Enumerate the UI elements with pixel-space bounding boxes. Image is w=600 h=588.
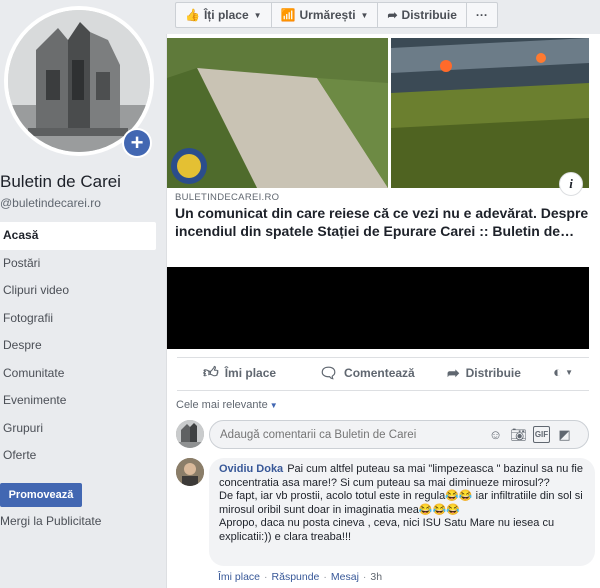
page-follow-button[interactable]: 📶 Urmărești ▼ <box>272 3 379 27</box>
post-like-button[interactable]: 👍︎ Îmi place <box>203 364 276 382</box>
comment-text-line2: De fapt, iar vb prostii, acolo totul est… <box>219 490 583 516</box>
chevron-down-icon: ▼ <box>269 401 278 410</box>
page-share-label: Distribuie <box>401 8 457 22</box>
nav-item-groups[interactable]: Grupuri <box>0 415 156 443</box>
thumbs-up-icon: 👍 <box>185 8 200 22</box>
page-like-button[interactable]: 👍 Îți place ▼ <box>176 3 272 27</box>
nav-item-home[interactable]: Acasă <box>0 222 156 250</box>
person-avatar <box>176 458 204 486</box>
comment-input-tools: ☺ 📷︎ GIF ◩ <box>487 426 573 443</box>
more-options-button[interactable]: ··· <box>467 3 497 27</box>
post-reactions-bar: 👍︎ Îmi place 🗨︎ Comentează ➦ Distribuie … <box>167 358 600 388</box>
comment-sort-selector[interactable]: Cele mai relevante ▼ <box>176 399 278 411</box>
link-image-left[interactable] <box>167 38 388 188</box>
nav-item-events[interactable]: Evenimente <box>0 387 156 415</box>
page-share-button[interactable]: ➦ Distribuie <box>378 3 467 27</box>
emoji-icon[interactable]: ☺ <box>487 426 504 443</box>
post-comment-button[interactable]: 🗨︎ Comentează <box>319 364 415 382</box>
separator: · <box>323 571 327 583</box>
comment-author-avatar[interactable] <box>176 458 204 486</box>
thumbs-up-outline-icon: 👍︎ <box>203 364 219 381</box>
chevron-down-icon: ▼ <box>360 10 369 20</box>
fire-photo <box>391 38 589 188</box>
promote-button[interactable]: Promovează <box>0 483 82 507</box>
page-follow-label: Urmărești <box>299 8 356 22</box>
separator: · <box>264 571 268 583</box>
divider <box>177 390 589 391</box>
share-arrow-icon: ➦ <box>447 365 460 382</box>
info-icon[interactable]: i <box>559 172 583 196</box>
video-placeholder[interactable] <box>167 267 589 349</box>
page-handle[interactable]: @buletindecarei.ro <box>0 196 101 210</box>
profile-picture-frame: + <box>4 6 154 158</box>
comment-bubble-icon: 🗨︎ <box>319 365 339 382</box>
comment-author[interactable]: Ovidiu Doka <box>219 463 283 475</box>
page-nav: Acasă Postări Clipuri video Fotografii D… <box>0 222 156 470</box>
link-title[interactable]: Un comunicat din care reiese că ce vezi … <box>175 204 595 240</box>
nav-item-community[interactable]: Comunitate <box>0 360 156 388</box>
comment-sort-label: Cele mai relevante <box>176 399 268 411</box>
post-comment-label: Comentează <box>344 366 415 380</box>
rss-icon: 📶 <box>280 8 296 22</box>
nav-item-videos[interactable]: Clipuri video <box>0 277 156 305</box>
page-like-label: Îți place <box>203 8 249 22</box>
post-share-label: Distribuie <box>465 366 521 380</box>
left-column: + Buletin de Carei @buletindecarei.ro Ac… <box>0 0 160 588</box>
link-domain[interactable]: BULETINDECAREI.RO <box>175 192 279 203</box>
page-action-bar: 👍 Îți place ▼ 📶 Urmărești ▼ ➦ Distribuie… <box>175 2 498 28</box>
link-preview-images[interactable] <box>167 38 600 188</box>
comment-message-link[interactable]: Mesaj <box>331 571 359 583</box>
chevron-down-icon: ▼ <box>253 10 262 20</box>
plus-icon: + <box>124 130 150 156</box>
nav-item-about[interactable]: Despre <box>0 332 156 360</box>
monument-avatar <box>176 420 204 448</box>
page-avatar-icon: ◐ <box>553 364 563 381</box>
post-like-label: Îmi place <box>224 366 277 380</box>
post-share-button[interactable]: ➦ Distribuie <box>447 364 521 382</box>
share-arrow-icon: ➦ <box>387 8 398 22</box>
comment-reply-link[interactable]: Răspunde <box>272 571 320 583</box>
separator: · <box>362 571 367 583</box>
camera-icon[interactable]: 📷︎ <box>510 426 527 443</box>
riverbank-photo <box>167 38 388 188</box>
add-profile-photo-button[interactable]: + <box>122 128 152 158</box>
more-options-label: ··· <box>475 8 488 22</box>
comment-actions: Îmi place · Răspunde · Mesaj · 3h <box>218 571 382 583</box>
chevron-down-icon: ▼ <box>565 368 573 377</box>
nav-item-posts[interactable]: Postări <box>0 250 156 278</box>
link-image-right[interactable] <box>391 38 589 188</box>
sticker-icon[interactable]: ◩ <box>556 426 573 443</box>
page-name[interactable]: Buletin de Carei <box>0 172 121 192</box>
comment-like-link[interactable]: Îmi place <box>218 571 260 583</box>
nav-item-photos[interactable]: Fotografii <box>0 305 156 333</box>
comment-text-line3: Apropo, daca nu posta cineva , ceva, nic… <box>219 517 555 543</box>
go-to-advertising-link[interactable]: Mergi la Publicitate <box>0 514 101 528</box>
comment-timestamp[interactable]: 3h <box>370 571 382 583</box>
gif-icon[interactable]: GIF <box>533 426 550 443</box>
commenter-avatar[interactable] <box>176 420 204 448</box>
comment-bubble: Ovidiu Doka Pai cum altfel puteau sa mai … <box>209 458 595 566</box>
nav-item-offers[interactable]: Oferte <box>0 442 156 470</box>
post-as-selector[interactable]: ◐ ▼ <box>553 364 573 381</box>
post-card: i BULETINDECAREI.RO Un comunicat din car… <box>166 34 600 588</box>
